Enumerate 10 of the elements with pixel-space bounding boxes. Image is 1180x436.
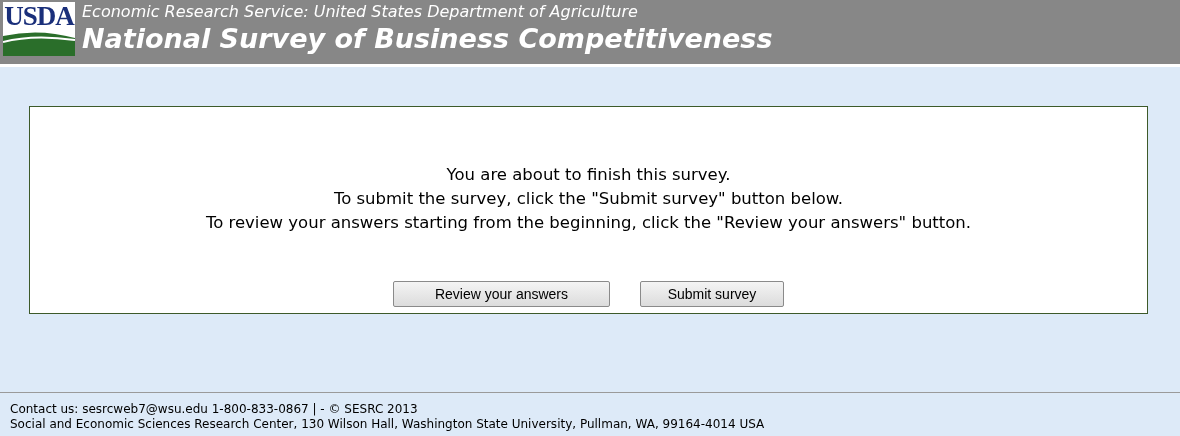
agency-name: Economic Research Service: United States Department of Agriculture [82,2,639,22]
message-line: To submit the survey, click the "Submit survey" button below. [333,188,844,210]
logo: USDA [3,2,75,56]
submit-button[interactable]: Submit survey [640,281,784,307]
contact-text: Contact us: sesrcweb7@wsu.edu 1-800-833-0867 | - © SESRC 2013 [10,402,419,417]
survey-title: National Survey of Business Competitiveness [82,22,773,56]
message-line: You are about to finish this survey. [446,164,731,186]
address-text: Social and Economic Sciences Research Center, 130 Wilson Hall, Washington State University, Pullman, WA, 99164-4014 USA [10,417,766,432]
review-button[interactable]: Review your answers [393,281,610,307]
message-line: To review your answers starting from the beginning, click the "Review your answers" button. [205,212,972,234]
